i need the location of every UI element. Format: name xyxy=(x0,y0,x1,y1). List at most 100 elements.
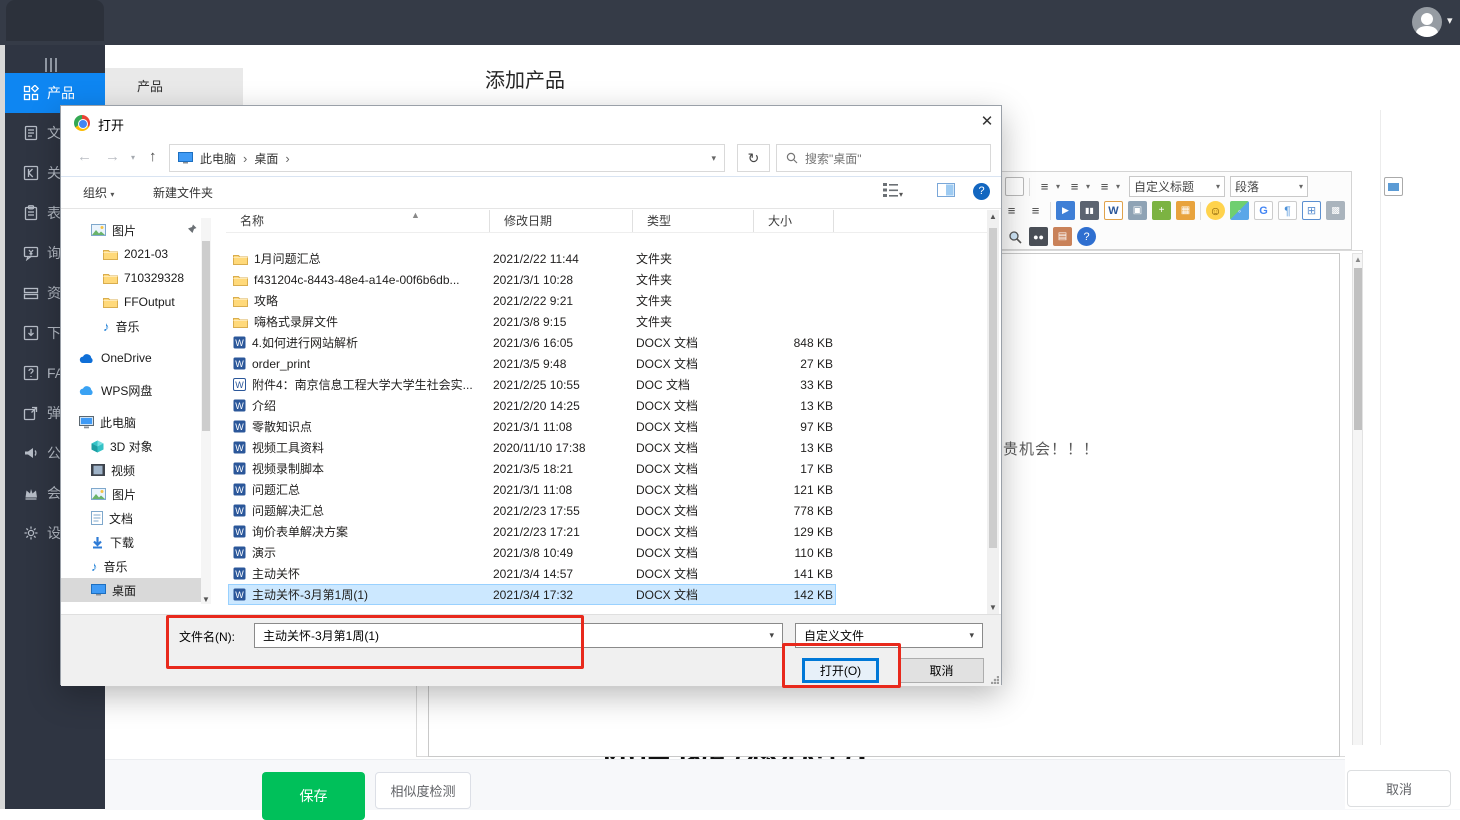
organize-menu[interactable]: 组织 ▾ xyxy=(83,184,114,201)
browser-tab[interactable] xyxy=(6,0,104,41)
forward-icon[interactable]: → xyxy=(105,148,120,165)
image-icon[interactable]: ▦ xyxy=(1176,201,1195,220)
tree-item-桌面[interactable]: 桌面 xyxy=(61,578,211,602)
tree-item-2021-03[interactable]: 2021-03 xyxy=(61,242,211,266)
new-folder-button[interactable]: 新建文件夹 xyxy=(153,184,213,201)
file-row[interactable]: W主动关怀2021/3/4 14:57DOCX 文档141 KB xyxy=(228,563,836,584)
save-button[interactable]: 保存 xyxy=(262,772,365,820)
tree-item-WPS网盘[interactable]: WPS网盘 xyxy=(61,378,211,402)
tab-products[interactable]: 产品 xyxy=(105,68,243,105)
tree-scrollbar[interactable]: ▼ xyxy=(201,218,211,604)
paragraph-spacing-bottom-icon[interactable]: ≡ xyxy=(1065,177,1084,196)
attachment-icon[interactable]: ▣ xyxy=(1128,201,1147,220)
column-size[interactable]: 大小 xyxy=(754,210,834,232)
tree-item-710329328[interactable]: 710329328 xyxy=(61,266,211,290)
user-avatar-icon[interactable] xyxy=(1412,7,1442,37)
filename-dropdown-caret-icon[interactable]: ▾ xyxy=(769,630,774,641)
tree-item-图片[interactable]: 图片 xyxy=(61,482,211,506)
column-type[interactable]: 类型 xyxy=(633,210,754,232)
refresh-icon[interactable]: ↻ xyxy=(737,144,770,172)
scroll-down-icon[interactable]: ▼ xyxy=(202,595,210,604)
file-row[interactable]: W视频录制脚本2021/3/5 18:21DOCX 文档17 KB xyxy=(228,458,836,479)
similarity-check-button[interactable]: 相似度检测 xyxy=(375,772,471,809)
file-row[interactable]: Worder_print2021/3/5 9:48DOCX 文档27 KB xyxy=(228,353,836,374)
gmap-icon[interactable]: G xyxy=(1254,201,1273,220)
recent-locations-caret-icon[interactable]: ▾ xyxy=(131,153,135,162)
dialog-title-bar[interactable]: 打开 ✕ xyxy=(61,106,1001,140)
tree-item-此电脑[interactable]: 此电脑 xyxy=(61,410,211,434)
close-icon[interactable]: ✕ xyxy=(975,112,999,134)
line-height-icon[interactable]: ≡ xyxy=(1095,177,1114,196)
breadcrumb-this-pc[interactable]: 此电脑 xyxy=(200,150,236,167)
tree-item-FFOutput[interactable]: FFOutput xyxy=(61,290,211,314)
paragraph-select[interactable]: 段落▾ xyxy=(1230,176,1308,197)
tree-item-文档[interactable]: 文档 xyxy=(61,506,211,530)
file-row[interactable]: W零散知识点2021/3/1 11:08DOCX 文档97 KB xyxy=(228,416,836,437)
resize-grip[interactable] xyxy=(991,676,999,684)
word-import-icon[interactable]: W xyxy=(1104,201,1123,220)
file-row[interactable]: f431204c-8443-48e4-a14e-00f6b6db...2021/… xyxy=(228,269,836,290)
file-row[interactable]: W问题解决汇总2021/2/23 17:55DOCX 文档778 KB xyxy=(228,500,836,521)
image-add-icon[interactable]: + xyxy=(1152,201,1171,220)
open-button[interactable]: 打开(O) xyxy=(802,658,879,683)
search-box[interactable]: 搜索"桌面" xyxy=(776,144,991,172)
video-icon[interactable]: ▶ xyxy=(1056,201,1075,220)
file-row[interactable]: W4.如何进行网站解析2021/3/6 16:05DOCX 文档848 KB xyxy=(228,332,836,353)
file-row[interactable]: W介绍2021/2/20 14:25DOCX 文档13 KB xyxy=(228,395,836,416)
scroll-up-icon[interactable]: ▲ xyxy=(1354,255,1362,264)
address-dropdown-caret-icon[interactable]: ▾ xyxy=(711,153,716,164)
dialog-cancel-button[interactable]: 取消 xyxy=(899,658,984,683)
file-row[interactable]: W演示2021/3/8 10:49DOCX 文档110 KB xyxy=(228,542,836,563)
tree-item-OneDrive[interactable]: OneDrive xyxy=(61,346,211,370)
collapse-menu-icon[interactable] xyxy=(45,58,57,72)
breadcrumb-desktop[interactable]: 桌面 xyxy=(254,150,278,167)
file-row[interactable]: 攻略2021/2/22 9:21文件夹 xyxy=(228,290,836,311)
file-row[interactable]: W附件4：南京信息工程大学大学生社会实...2021/2/25 10:55DOC… xyxy=(228,374,836,395)
heading-select[interactable]: 自定义标题▾ xyxy=(1129,176,1225,197)
paragraph-spacing-top-icon[interactable]: ≡ xyxy=(1035,177,1054,196)
help-icon[interactable]: ? xyxy=(1077,227,1096,246)
up-icon[interactable]: ↑ xyxy=(149,148,157,165)
preview-pane-icon[interactable] xyxy=(937,183,955,200)
table-icon[interactable]: ⊞ xyxy=(1302,201,1321,220)
file-row[interactable]: 嗨格式录屏文件2021/3/8 9:15文件夹 xyxy=(228,311,836,332)
remote-image-icon[interactable]: ▩ xyxy=(1326,201,1345,220)
tree-item-下载[interactable]: 下载 xyxy=(61,530,211,554)
pagebreak-icon[interactable]: ¶ xyxy=(1278,201,1297,220)
file-row[interactable]: W主动关怀-3月第1周(1)2021/3/4 17:32DOCX 文档142 K… xyxy=(228,584,836,605)
scroll-up-icon[interactable]: ▲ xyxy=(989,212,997,221)
column-name[interactable]: 名称▲ xyxy=(226,210,490,232)
tree-item-音乐[interactable]: ♪音乐 xyxy=(61,314,211,338)
outdent-icon[interactable]: ≡ xyxy=(1026,201,1045,220)
file-row[interactable]: 1月问题汇总2021/2/22 11:44文件夹 xyxy=(228,248,836,269)
zoom-search-icon[interactable] xyxy=(1005,227,1024,246)
scroll-down-icon[interactable]: ▼ xyxy=(989,603,997,612)
list-scrollbar[interactable]: ▲▼ xyxy=(987,210,999,614)
file-row[interactable]: W询价表单解决方案2021/2/23 17:21DOCX 文档129 KB xyxy=(228,521,836,542)
new-page-icon[interactable] xyxy=(1005,177,1024,196)
map-icon[interactable]: ◦ xyxy=(1230,201,1249,220)
tree-item-图片[interactable]: 图片 xyxy=(61,218,211,242)
avatar-dropdown-caret-icon[interactable]: ▾ xyxy=(1447,14,1453,27)
file-row[interactable]: W视频工具资料2020/11/10 17:38DOCX 文档13 KB xyxy=(228,437,836,458)
emoji-icon[interactable]: ☺ xyxy=(1206,201,1225,220)
tree-item-音乐[interactable]: ♪音乐 xyxy=(61,554,211,578)
column-date[interactable]: 修改日期 xyxy=(490,210,633,232)
tree-item-视频[interactable]: 视频 xyxy=(61,458,211,482)
help-icon[interactable]: ? xyxy=(973,183,990,200)
preview-monitor-icon[interactable] xyxy=(1384,177,1403,196)
breadcrumb[interactable]: 此电脑› 桌面› ▾ xyxy=(169,144,725,172)
find-icon[interactable]: ●● xyxy=(1029,227,1048,246)
tree-item-3D 对象[interactable]: 3D 对象 xyxy=(61,434,211,458)
view-mode-icon[interactable]: ▾ xyxy=(883,183,903,200)
scrollbar-thumb[interactable] xyxy=(1354,268,1362,430)
scrollbar-thumb[interactable] xyxy=(989,228,997,548)
back-icon[interactable]: ← xyxy=(77,148,92,165)
paste-icon[interactable]: ▤ xyxy=(1053,227,1072,246)
film-icon[interactable]: ▮▮ xyxy=(1080,201,1099,220)
cancel-button[interactable]: 取消 xyxy=(1347,770,1451,807)
scrollbar-thumb[interactable] xyxy=(202,241,210,431)
filename-input[interactable]: 主动关怀-3月第1周(1) ▾ xyxy=(254,623,783,648)
file-row[interactable]: W问题汇总2021/3/1 11:08DOCX 文档121 KB xyxy=(228,479,836,500)
editor-scrollbar[interactable]: ▲ xyxy=(1352,253,1363,757)
